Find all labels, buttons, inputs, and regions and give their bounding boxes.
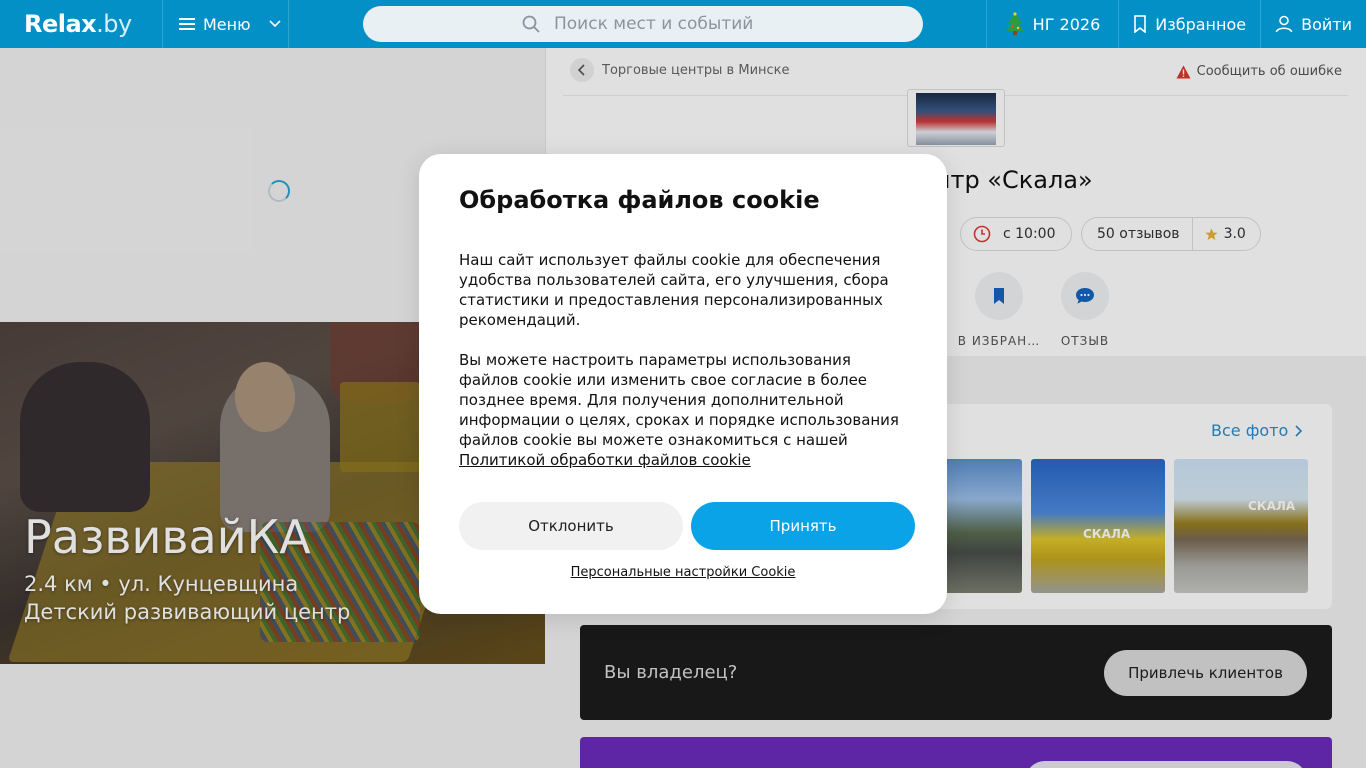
cookie-text-1: Наш сайт использует файлы cookie для обе… bbox=[459, 251, 889, 329]
accept-button[interactable]: Принять bbox=[691, 502, 915, 550]
login-label: Войти bbox=[1301, 14, 1352, 34]
ng-2026-link[interactable]: НГ 2026 bbox=[985, 0, 1119, 48]
favorites-label: Избранное bbox=[1155, 14, 1247, 34]
site-logo[interactable]: Relax .by bbox=[0, 0, 163, 48]
cookie-text-2: Вы можете настроить параметры использова… bbox=[459, 350, 909, 470]
user-icon bbox=[1275, 15, 1293, 33]
login-link[interactable]: Войти bbox=[1260, 0, 1366, 48]
header-right: НГ 2026 Избранное Войти bbox=[985, 0, 1366, 48]
cookie-dialog: Обработка файлов cookie Наш сайт использ… bbox=[419, 154, 947, 614]
menu-button[interactable]: Меню bbox=[163, 0, 289, 48]
chevron-down-icon bbox=[269, 20, 281, 28]
decline-button[interactable]: Отклонить bbox=[459, 502, 683, 550]
search-icon bbox=[522, 15, 540, 33]
cookie-personal-settings-link[interactable]: Персональные настройки Cookie bbox=[419, 565, 947, 580]
favorites-link[interactable]: Избранное bbox=[1118, 0, 1260, 48]
logo-suffix: .by bbox=[96, 10, 132, 38]
cookie-dialog-title: Обработка файлов cookie bbox=[459, 186, 820, 214]
bookmark-icon bbox=[1134, 15, 1147, 33]
menu-label: Меню bbox=[203, 14, 251, 34]
ng-label: НГ 2026 bbox=[1032, 14, 1101, 34]
search-bar[interactable] bbox=[363, 6, 923, 42]
logo-text: Relax bbox=[24, 10, 97, 38]
search-input[interactable] bbox=[554, 14, 764, 34]
cookie-policy-link[interactable]: Политикой обработки файлов cookie bbox=[459, 451, 751, 469]
hamburger-icon bbox=[179, 18, 195, 30]
cookie-text-2-body: Вы можете настроить параметры использова… bbox=[459, 351, 899, 449]
christmas-tree-icon bbox=[1005, 12, 1024, 35]
